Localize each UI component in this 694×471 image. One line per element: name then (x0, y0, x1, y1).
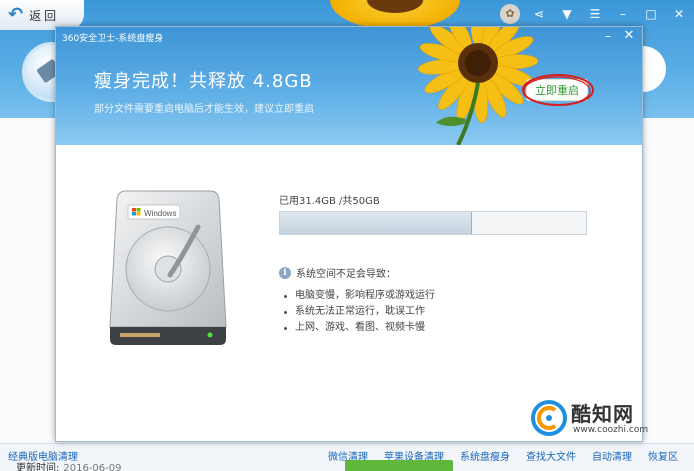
dialog-close-icon[interactable]: ✕ (622, 29, 636, 43)
system-slim-dialog: 360安全卫士-系统盘瘦身 – ✕ 瘦身完成！共释放 4.8GB 部分文件需要重… (55, 26, 643, 442)
bullet-icon (284, 326, 287, 330)
restart-hint: 部分文件需要重启电脑后才能生效，建议立即重启 (94, 104, 314, 115)
footer-link-auto[interactable]: 自动清理 (592, 448, 632, 463)
back-arrow-icon: ↶ (8, 4, 24, 25)
disk-usage-label: 已用31.4GB /共50GB (279, 196, 380, 207)
list-item: 电脑变慢，影响程序或游戏运行 (284, 288, 435, 304)
warning-title: 系统空间不足会导致： (296, 269, 396, 280)
menu-icon[interactable]: ☰ (586, 5, 604, 23)
maximize-icon[interactable]: □ (642, 5, 660, 23)
list-item-text: 系统无法正常运行，耽误工作 (295, 306, 425, 317)
dialog-title: 360安全卫士-系统盘瘦身 (62, 34, 164, 44)
update-date: 2016-06-09 (63, 463, 122, 471)
list-item: 系统无法正常运行，耽误工作 (284, 304, 435, 320)
disk-usage-bar-fill (280, 212, 473, 234)
windows-label: Windows (144, 209, 176, 218)
result-headline: 瘦身完成！共释放 4.8GB (94, 71, 313, 92)
footer-link-restore[interactable]: 恢复区 (648, 448, 678, 463)
update-time: 更新时间: 2016-06-09 (16, 459, 122, 471)
restart-now-button[interactable]: 立即重启 (526, 79, 588, 101)
footer-link-bigfile[interactable]: 查找大文件 (526, 448, 576, 463)
list-item-text: 电脑变慢，影响程序或游戏运行 (295, 290, 435, 301)
dialog-header: 360安全卫士-系统盘瘦身 – ✕ 瘦身完成！共释放 4.8GB 部分文件需要重… (56, 27, 642, 145)
watermark-url: www.coozhi.com (573, 425, 649, 435)
minimize-icon[interactable]: – (614, 5, 632, 23)
coozhi-logo-icon (531, 400, 567, 436)
list-item-text: 上网、游戏、看图、视频卡慢 (295, 322, 425, 333)
shirt-icon[interactable]: ▼ (558, 5, 576, 23)
warning-heading: i 系统空间不足会导致： (279, 265, 396, 280)
download-button[interactable] (345, 460, 453, 471)
bullet-icon (284, 294, 287, 298)
info-icon: i (279, 266, 291, 279)
dialog-minimize-icon[interactable]: – (601, 30, 615, 44)
skin-icon[interactable]: ✿ (500, 4, 520, 24)
bullet-icon (284, 310, 287, 314)
footer-link-slim[interactable]: 系统盘瘦身 (460, 448, 510, 463)
close-icon[interactable]: ✕ (670, 5, 688, 23)
watermark-title: 酷知网 (571, 402, 634, 426)
update-label: 更新时间: (16, 463, 60, 471)
share-icon[interactable]: ⋖ (530, 5, 548, 23)
list-item: 上网、游戏、看图、视频卡慢 (284, 320, 435, 336)
hard-disk-icon: Windows (109, 190, 227, 345)
window-controls: ✿ ⋖ ▼ ☰ – □ ✕ (500, 4, 688, 24)
coozhi-watermark: 酷知网 www.coozhi.com (531, 398, 681, 442)
warning-list: 电脑变慢，影响程序或游戏运行 系统无法正常运行，耽误工作 上网、游戏、看图、视频… (284, 288, 435, 336)
back-label: 返回 (29, 8, 60, 23)
disk-usage-bar (279, 211, 587, 235)
